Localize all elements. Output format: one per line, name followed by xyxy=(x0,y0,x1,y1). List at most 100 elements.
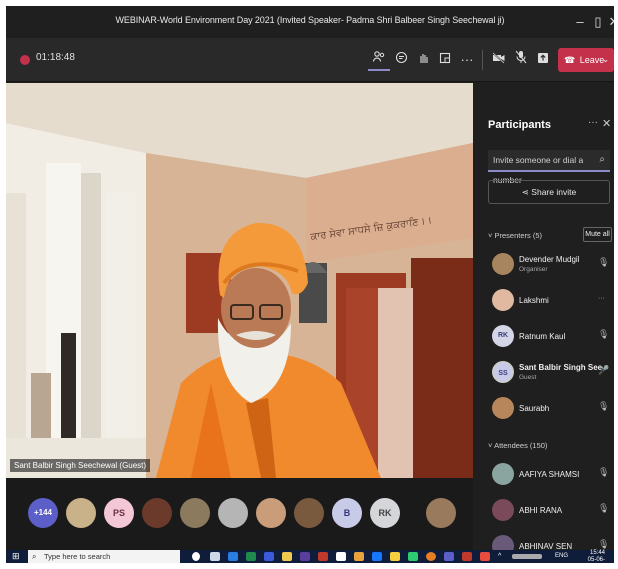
participant-name: Devender Mudgil xyxy=(519,255,580,264)
phone-icon: ☎ xyxy=(564,55,576,65)
system-tray-icons[interactable]: ^ xyxy=(498,552,508,561)
toolbar-divider xyxy=(482,50,483,70)
main-video: ਕਾਰ ਸੇਵਾ ਸਾਧਸੇ ਜ਼ਿ ਕੁਕਰਾਣਿ।। Sant Balbir… xyxy=(6,83,473,478)
list-item[interactable]: Devender Mudgil Organiser 🎙 xyxy=(480,249,614,283)
overflow-count[interactable]: +144 xyxy=(28,498,58,528)
chevron-down-icon[interactable]: ⌄ xyxy=(602,48,609,72)
share-icon[interactable] xyxy=(532,49,554,71)
list-item[interactable]: SS Sant Balbir Singh Seechewal ... Guest… xyxy=(480,357,614,391)
close-icon[interactable]: ✕ xyxy=(602,117,611,130)
teams-icon[interactable] xyxy=(444,552,454,561)
more-icon[interactable]: ··· xyxy=(588,117,598,128)
windows-start-icon[interactable]: ⊞ xyxy=(12,551,20,562)
store-bag-icon[interactable] xyxy=(336,552,346,561)
minimize-icon[interactable]: – xyxy=(570,12,590,32)
list-item[interactable]: ABHINAV SEN 🎙 xyxy=(480,531,614,550)
invite-input[interactable]: Invite someone or dial a number ⌕ xyxy=(488,150,610,185)
chevron-down-icon: ˅ xyxy=(488,231,493,240)
cortana-icon[interactable] xyxy=(192,552,200,561)
share-invite-button[interactable]: ⋖ Share invite xyxy=(488,180,610,204)
avatar[interactable] xyxy=(256,498,286,528)
speaker-video-frame: ਕਾਰ ਸੇਵਾ ਸਾਧਸੇ ਜ਼ਿ ਕੁਕਰਾਣਿ।। xyxy=(6,83,473,478)
avatar[interactable] xyxy=(218,498,248,528)
avatar xyxy=(492,253,514,275)
mic-off-icon: 🎙 xyxy=(598,539,610,549)
avatar[interactable] xyxy=(294,498,324,528)
onenote-icon[interactable] xyxy=(300,552,310,561)
app-icon[interactable] xyxy=(354,552,364,561)
taskbar-search-input[interactable]: ⌕ Type here to search xyxy=(28,550,180,563)
app-icon[interactable] xyxy=(462,552,472,561)
avatar[interactable] xyxy=(180,498,210,528)
avatar xyxy=(492,289,514,311)
file-explorer-icon[interactable] xyxy=(282,552,292,561)
avatar[interactable]: RK xyxy=(370,498,400,528)
clock[interactable]: 15:44 05-06-2021 xyxy=(581,550,605,563)
list-item[interactable]: ABHI RANA 🎙 xyxy=(480,495,614,529)
task-view-icon[interactable] xyxy=(210,552,220,561)
list-item[interactable]: Saurabh 🎙 xyxy=(480,393,614,427)
avatar[interactable] xyxy=(66,498,96,528)
rooms-icon[interactable] xyxy=(434,49,456,71)
avatar xyxy=(492,463,514,485)
participant-name: Sant Balbir Singh Seechewal ... xyxy=(519,363,603,372)
camera-off-icon[interactable] xyxy=(488,49,510,71)
app-icon[interactable] xyxy=(318,552,328,561)
presenters-label: Presenters (5) xyxy=(494,231,543,240)
leave-button[interactable]: ☎ Leave ⌄ xyxy=(558,48,614,72)
chat-icon[interactable] xyxy=(390,49,412,71)
mic-off-icon: 🎙 xyxy=(598,503,610,513)
avatar: RK xyxy=(492,325,514,347)
avatar[interactable]: B xyxy=(332,498,362,528)
chrome-icon[interactable] xyxy=(426,552,436,561)
mic-off-icon[interactable] xyxy=(510,49,532,71)
avatar[interactable]: PS xyxy=(104,498,134,528)
participant-name: Saurabh xyxy=(519,404,550,413)
avatar xyxy=(492,397,514,419)
list-item[interactable]: Lakshmi ··· xyxy=(480,285,614,319)
app-icon[interactable] xyxy=(372,552,382,561)
language-indicator[interactable]: ENG xyxy=(555,553,568,559)
attendees-section[interactable]: ˅ Attendees (150) xyxy=(488,441,547,450)
search-icon[interactable]: ⌕ xyxy=(599,150,605,170)
clock-date: 05-06-2021 xyxy=(587,556,605,563)
people-icon[interactable] xyxy=(368,49,390,71)
excel-icon[interactable] xyxy=(246,552,256,561)
share-icon: ⋖ xyxy=(521,187,529,197)
attendees-label: Attendees (150) xyxy=(494,441,548,450)
list-item[interactable]: AAFIYA SHAMSI 🎙 xyxy=(480,459,614,493)
avatar[interactable] xyxy=(142,498,172,528)
presenters-section[interactable]: ˅ Presenters (5) xyxy=(488,231,542,240)
chevron-down-icon: ˅ xyxy=(488,441,493,450)
search-placeholder: Type here to search xyxy=(44,552,111,561)
leave-label: Leave xyxy=(579,55,605,65)
participant-name: ABHI RANA xyxy=(519,506,563,515)
sticky-notes-icon[interactable] xyxy=(390,552,400,561)
panel-title: Participants xyxy=(488,119,551,131)
participant-name: Ratnum Kaul xyxy=(519,332,566,341)
acrobat-icon[interactable] xyxy=(480,552,490,561)
more-icon[interactable]: ··· xyxy=(456,49,478,71)
tray-status-icons[interactable] xyxy=(512,554,542,559)
mic-off-icon: 🎙 xyxy=(598,401,610,411)
meeting-toolbar: 01:18:48 ··· ☎ Leave ⌄ xyxy=(6,38,614,82)
avatar[interactable] xyxy=(426,498,456,528)
app-icon[interactable] xyxy=(408,552,418,561)
store-icon[interactable] xyxy=(264,552,274,561)
avatar xyxy=(492,535,514,550)
avatar: SS xyxy=(492,361,514,383)
participant-strip: +144 PS B RK xyxy=(6,478,473,550)
edge-icon[interactable] xyxy=(228,552,238,561)
participant-role: Guest xyxy=(519,374,537,381)
participant-name: ABHINAV SEN xyxy=(519,542,573,550)
title-bar: WEBINAR-World Environment Day 2021 (Invi… xyxy=(6,6,614,38)
list-item[interactable]: RK Ratnum Kaul 🎙 xyxy=(480,321,614,355)
raise-hand-icon[interactable] xyxy=(412,49,434,71)
mic-off-icon: 🎙 xyxy=(598,467,610,477)
teams-window: WEBINAR-World Environment Day 2021 (Invi… xyxy=(6,6,614,563)
participant-name: Lakshmi xyxy=(519,296,549,305)
close-icon[interactable]: ✕ xyxy=(604,12,614,32)
mute-all-button[interactable]: Mute all xyxy=(583,227,612,242)
participants-panel: Participants ··· ✕ Invite someone or dia… xyxy=(480,83,614,550)
more-icon[interactable]: ··· xyxy=(598,295,605,302)
